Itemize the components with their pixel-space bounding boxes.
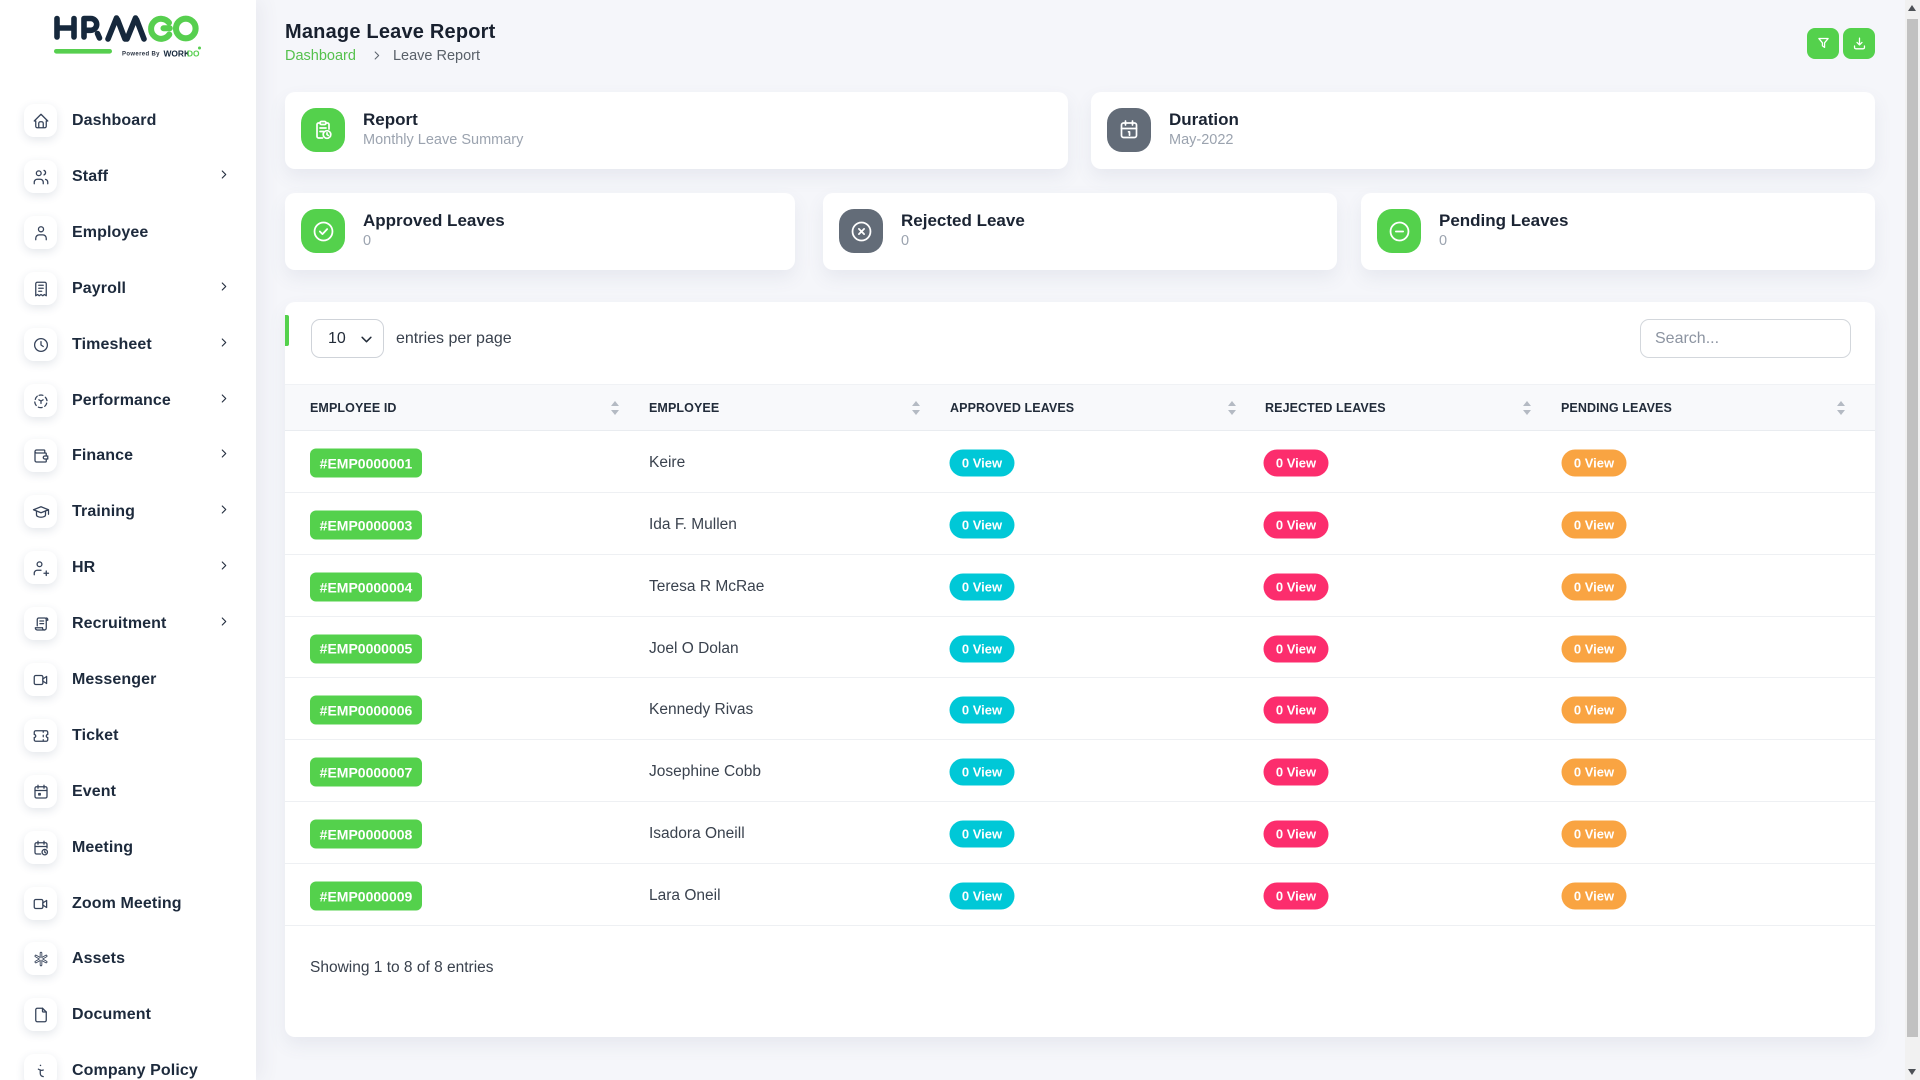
- svg-text:DO: DO: [187, 48, 200, 58]
- svg-text:Powered By: Powered By: [122, 52, 160, 58]
